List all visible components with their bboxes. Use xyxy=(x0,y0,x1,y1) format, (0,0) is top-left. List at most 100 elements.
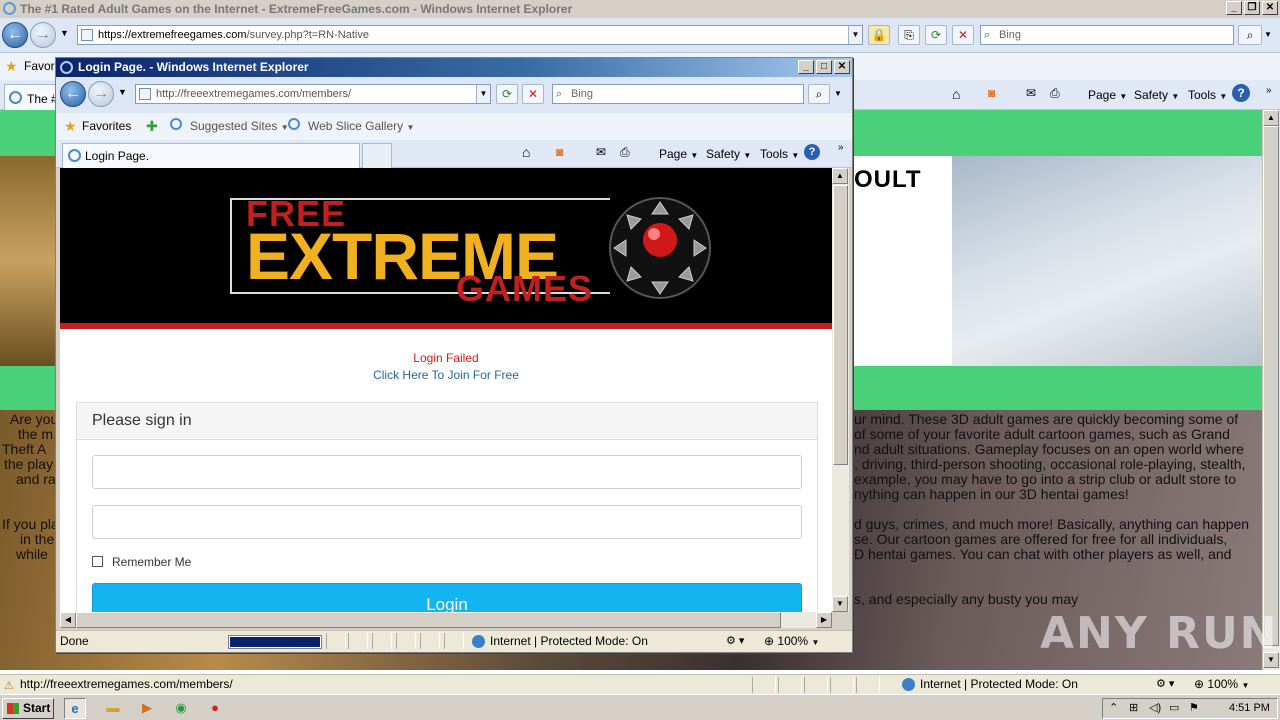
search-icon: ⌕ xyxy=(984,29,991,41)
new-tab-button[interactable] xyxy=(362,143,392,168)
feeds-icon[interactable]: ◙ xyxy=(556,145,563,159)
close-button[interactable]: ✕ xyxy=(834,60,850,74)
history-dropdown-icon[interactable]: ▼ xyxy=(118,87,127,97)
close-button[interactable]: ✕ xyxy=(1262,1,1278,15)
popup-vertical-scrollbar[interactable]: ▲ ▼ xyxy=(832,168,849,612)
usb-icon[interactable]: ▭ xyxy=(1169,699,1179,718)
stop-icon[interactable]: ✕ xyxy=(952,25,974,45)
tools-menu[interactable]: Tools ▼ xyxy=(1188,87,1227,105)
join-free-link[interactable]: Click Here To Join For Free xyxy=(60,368,832,382)
back-button[interactable]: ← xyxy=(2,22,28,48)
volume-icon[interactable]: ◁) xyxy=(1149,699,1161,718)
bg-address-bar[interactable]: https://extremefreegames.com/survey.php?… xyxy=(77,25,863,45)
popup-zoom-control[interactable]: ⊕ 100% ▼ xyxy=(764,631,819,653)
lock-icon[interactable]: 🔒 xyxy=(868,25,890,45)
clock[interactable]: 4:51 PM xyxy=(1229,699,1270,718)
username-field[interactable] xyxy=(92,455,802,489)
bg-zoom-control[interactable]: ⊕ 100% ▼ xyxy=(1194,675,1249,695)
print-icon[interactable]: ⎙ xyxy=(620,145,630,160)
protected-mode-icon[interactable]: ⚙ ▾ xyxy=(1156,675,1174,694)
checkbox-box[interactable] xyxy=(92,556,103,567)
restore-button[interactable]: ❐ xyxy=(1244,1,1260,15)
more-commands-icon[interactable]: » xyxy=(838,142,844,153)
scroll-thumb[interactable] xyxy=(1263,126,1279,646)
globe-icon xyxy=(902,678,915,691)
scroll-thumb[interactable] xyxy=(76,612,781,628)
safety-menu[interactable]: Safety ▼ xyxy=(706,146,751,164)
bg-status-zone: Internet | Protected Mode: On xyxy=(920,677,1078,691)
favorites-star-icon[interactable]: ★ xyxy=(5,58,18,75)
web-slice-gallery-button[interactable]: Web Slice Gallery ▼ xyxy=(308,119,414,133)
feeds-icon[interactable]: ◙ xyxy=(988,86,995,100)
mail-icon[interactable]: ✉ xyxy=(596,145,606,159)
ie-icon xyxy=(288,118,300,130)
logo-emblem-icon xyxy=(609,197,711,299)
suggested-sites-button[interactable]: Suggested Sites ▼ xyxy=(190,119,289,133)
start-button[interactable]: Start xyxy=(2,698,54,719)
maximize-button[interactable]: □ xyxy=(816,60,832,74)
favorites-button[interactable]: Favorites xyxy=(82,119,131,133)
add-favorite-icon[interactable]: ✚ xyxy=(146,118,158,135)
bg-para-left-2: the m xyxy=(18,426,54,442)
page-menu[interactable]: Page ▼ xyxy=(1088,87,1127,105)
popup-titlebar: Login Page. - Windows Internet Explorer … xyxy=(56,58,852,77)
home-icon[interactable]: ⌂ xyxy=(522,144,530,160)
more-commands-icon[interactable]: » xyxy=(1266,85,1272,96)
favorites-label[interactable]: Favori xyxy=(24,59,57,73)
popup-tab[interactable]: Login Page. xyxy=(62,143,360,168)
ie-icon xyxy=(68,149,81,162)
forward-button[interactable]: → xyxy=(30,22,56,48)
scroll-thumb[interactable] xyxy=(833,185,848,465)
login-button[interactable]: Login xyxy=(92,583,802,612)
popup-navigation-bar: ← → ▼ http://freeextremegames.com/member… xyxy=(56,77,852,113)
popup-favorites-bar: ★ Favorites ✚ Suggested Sites ▼ Web Slic… xyxy=(56,113,852,140)
print-icon[interactable]: ⎙ xyxy=(1050,86,1060,101)
action-center-flag-icon[interactable]: ⚑ xyxy=(1189,699,1199,718)
bg-vertical-scrollbar[interactable]: ▲ ▼ xyxy=(1262,110,1280,670)
stop-icon[interactable]: ✕ xyxy=(522,84,544,104)
popup-horizontal-scrollbar[interactable]: ◀ ▶ xyxy=(60,612,832,628)
ie-icon xyxy=(3,2,16,15)
address-dropdown-icon[interactable]: ▼ xyxy=(476,85,490,103)
forward-button[interactable]: → xyxy=(88,81,114,107)
help-icon[interactable]: ? xyxy=(1232,84,1250,102)
media-player-taskbar-icon[interactable]: ▶ xyxy=(136,698,158,719)
chrome-taskbar-icon[interactable]: ◉ xyxy=(170,698,192,719)
scroll-left-arrow[interactable]: ◀ xyxy=(60,612,76,628)
home-icon[interactable]: ⌂ xyxy=(952,86,960,102)
ie-taskbar-icon[interactable]: e xyxy=(64,698,86,719)
protected-mode-icon[interactable]: ⚙ ▾ xyxy=(726,631,744,651)
safety-menu[interactable]: Safety ▼ xyxy=(1134,87,1179,105)
refresh-icon[interactable]: ⟳ xyxy=(925,25,947,45)
scroll-down-arrow[interactable]: ▼ xyxy=(832,596,848,612)
search-go-button[interactable]: ⌕ xyxy=(808,84,830,104)
compatibility-icon[interactable]: ⎘ xyxy=(898,25,920,45)
scroll-up-arrow[interactable]: ▲ xyxy=(1263,110,1279,126)
scroll-right-arrow[interactable]: ▶ xyxy=(816,612,832,628)
popup-address-bar[interactable]: http://freeextremegames.com/members/ ▼ xyxy=(135,84,491,104)
popup-search-box[interactable]: ⌕ Bing xyxy=(552,84,804,104)
search-options-icon[interactable]: ▼ xyxy=(1264,30,1272,39)
search-go-button[interactable]: ⌕ xyxy=(1238,25,1262,45)
explorer-taskbar-icon[interactable]: ▬ xyxy=(102,698,124,719)
opera-taskbar-icon[interactable]: ● xyxy=(204,698,226,719)
network-icon[interactable]: ⊞ xyxy=(1129,699,1138,718)
mail-icon[interactable]: ✉ xyxy=(1026,86,1036,100)
page-menu[interactable]: Page ▼ xyxy=(659,146,698,164)
bg-search-box[interactable]: ⌕ Bing xyxy=(980,25,1234,45)
remember-me-checkbox[interactable]: Remember Me xyxy=(92,555,191,569)
bg-tab[interactable]: The # xyxy=(4,84,60,110)
minimize-button[interactable]: _ xyxy=(1226,1,1242,15)
history-dropdown-icon[interactable]: ▼ xyxy=(60,28,69,38)
tools-menu[interactable]: Tools ▼ xyxy=(760,146,799,164)
scroll-up-arrow[interactable]: ▲ xyxy=(832,168,848,184)
popup-status-zone: Internet | Protected Mode: On xyxy=(490,634,648,648)
minimize-button[interactable]: _ xyxy=(798,60,814,74)
address-dropdown-icon[interactable]: ▼ xyxy=(848,26,862,44)
password-field[interactable] xyxy=(92,505,802,539)
help-icon[interactable]: ? xyxy=(804,144,820,160)
refresh-icon[interactable]: ⟳ xyxy=(496,84,518,104)
back-button[interactable]: ← xyxy=(60,81,86,107)
tray-expand-icon[interactable]: ⌃ xyxy=(1109,699,1118,718)
search-options-icon[interactable]: ▼ xyxy=(834,89,842,98)
